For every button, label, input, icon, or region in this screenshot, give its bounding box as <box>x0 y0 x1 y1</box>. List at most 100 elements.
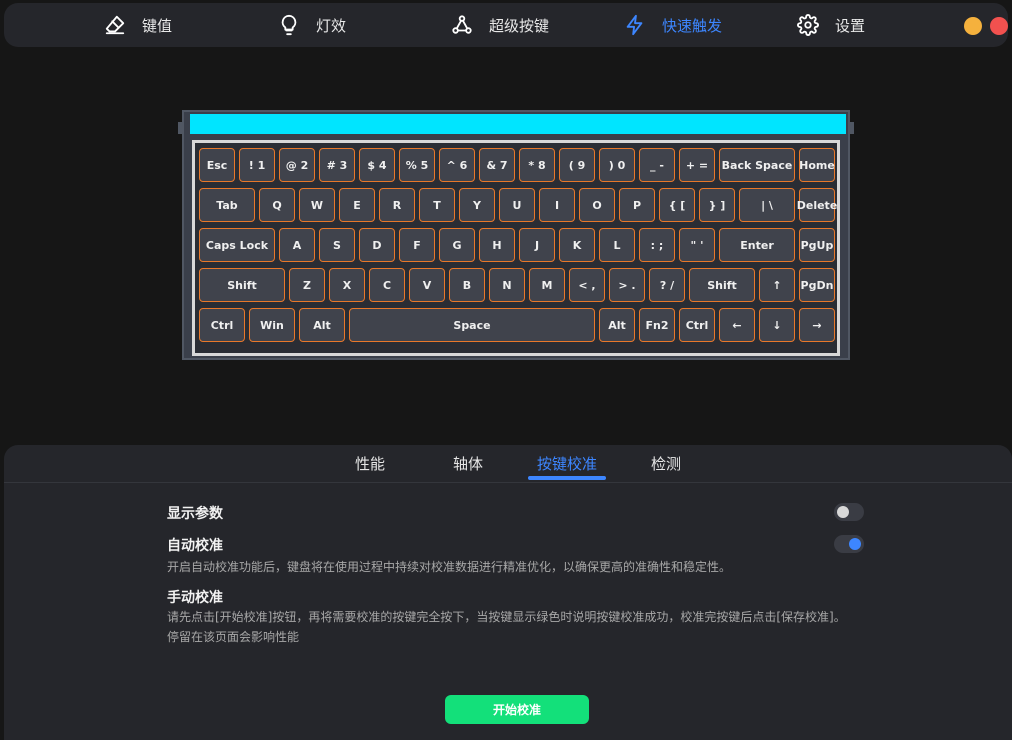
key-pgdn[interactable]: PgDn <box>799 268 835 302</box>
key-shift[interactable]: Shift <box>689 268 755 302</box>
auto-calibrate-toggle[interactable] <box>834 535 864 553</box>
key-k[interactable]: K <box>559 228 595 262</box>
key-8[interactable]: * 8 <box>519 148 555 182</box>
key-symbol[interactable]: ↑ <box>759 268 795 302</box>
key-space[interactable]: Space <box>349 308 595 342</box>
key-e[interactable]: E <box>339 188 375 222</box>
key-y[interactable]: Y <box>459 188 495 222</box>
key-b[interactable]: B <box>449 268 485 302</box>
key-o[interactable]: O <box>579 188 615 222</box>
key-v[interactable]: V <box>409 268 445 302</box>
eraser-icon <box>105 15 125 35</box>
nodes-icon <box>452 15 472 34</box>
key-f[interactable]: F <box>399 228 435 262</box>
keyboard-illustration: Esc! 1 @ 2 # 3 $ 4% 5 ^ 6 & 7 * 8( 9) 0 _ - + = B… <box>178 110 854 360</box>
tab-switch[interactable]: 轴体 <box>453 453 483 474</box>
key-symbol[interactable]: ← <box>719 308 755 342</box>
manual-calibrate-label: 手动校准 <box>167 590 223 606</box>
key-0[interactable]: ) 0 <box>599 148 635 182</box>
active-tab-indicator <box>528 476 606 480</box>
key-pgup[interactable]: PgUp <box>799 228 835 262</box>
key-z[interactable]: Z <box>289 268 325 302</box>
key-symbol[interactable]: ↓ <box>759 308 795 342</box>
tab-test[interactable]: 检测 <box>651 453 681 474</box>
key-7[interactable]: & 7 <box>479 148 515 182</box>
key-s[interactable]: S <box>319 228 355 262</box>
key-symbol[interactable]: → <box>799 308 835 342</box>
key-win[interactable]: Win <box>249 308 295 342</box>
manual-calibrate-warning: 停留在该页面会影响性能 <box>167 630 300 644</box>
key-home[interactable]: Home <box>799 148 835 182</box>
key-j[interactable]: J <box>519 228 555 262</box>
key-p[interactable]: P <box>619 188 655 222</box>
key-symbol[interactable]: + = <box>679 148 715 182</box>
tab-key-calibration[interactable]: 按键校准 <box>537 453 597 474</box>
key-x[interactable]: X <box>329 268 365 302</box>
key-symbol[interactable]: > . <box>609 268 645 302</box>
key-symbol[interactable]: { [ <box>659 188 695 222</box>
key-n[interactable]: N <box>489 268 525 302</box>
key-5[interactable]: % 5 <box>399 148 435 182</box>
keyboard-light-bar <box>190 114 846 134</box>
show-params-toggle[interactable] <box>834 503 864 521</box>
nav-label: 快速触发 <box>662 16 723 35</box>
key-9[interactable]: ( 9 <box>559 148 595 182</box>
key-shift[interactable]: Shift <box>199 268 285 302</box>
key-tab[interactable]: Tab <box>199 188 255 222</box>
key-symbol[interactable]: " ' <box>679 228 715 262</box>
key-i[interactable]: I <box>539 188 575 222</box>
key-ctrl[interactable]: Ctrl <box>199 308 245 342</box>
nav-label: 灯效 <box>316 16 347 35</box>
tab-performance[interactable]: 性能 <box>355 453 385 474</box>
key-2[interactable]: @ 2 <box>279 148 315 182</box>
key-l[interactable]: L <box>599 228 635 262</box>
key-c[interactable]: C <box>369 268 405 302</box>
key-4[interactable]: $ 4 <box>359 148 395 182</box>
key-d[interactable]: D <box>359 228 395 262</box>
key-h[interactable]: H <box>479 228 515 262</box>
key-symbol[interactable]: } ] <box>699 188 735 222</box>
key-esc[interactable]: Esc <box>199 148 235 182</box>
key-a[interactable]: A <box>279 228 315 262</box>
nav-item-super-keys[interactable]: 超级按键 <box>451 3 549 47</box>
keyboard-case-tab <box>848 122 854 134</box>
auto-calibrate-label: 自动校准 <box>167 538 223 554</box>
gear-icon <box>797 14 819 36</box>
key-caps-lock[interactable]: Caps Lock <box>199 228 275 262</box>
nav-item-settings[interactable]: 设置 <box>797 3 865 47</box>
show-params-label: 显示参数 <box>167 506 223 522</box>
key-m[interactable]: M <box>529 268 565 302</box>
key-symbol[interactable]: _ - <box>639 148 675 182</box>
key-fn2[interactable]: Fn2 <box>639 308 675 342</box>
calibration-panel: 性能 轴体 按键校准 检测 显示参数 自动校准 开启自动校准功能后，键盘将在使用… <box>4 445 1012 740</box>
bulb-icon <box>281 14 297 36</box>
key-g[interactable]: G <box>439 228 475 262</box>
key-q[interactable]: Q <box>259 188 295 222</box>
nav-item-rapid-trigger[interactable]: 快速触发 <box>624 3 722 47</box>
key-alt[interactable]: Alt <box>299 308 345 342</box>
key-alt[interactable]: Alt <box>599 308 635 342</box>
nav-item-lighting[interactable]: 灯效 <box>278 3 346 47</box>
key-t[interactable]: T <box>419 188 455 222</box>
key-w[interactable]: W <box>299 188 335 222</box>
key-symbol[interactable]: | \ <box>739 188 795 222</box>
toggle-knob <box>837 506 849 518</box>
key-enter[interactable]: Enter <box>719 228 795 262</box>
minimize-button[interactable] <box>964 17 982 35</box>
nav-item-keymap[interactable]: 键值 <box>104 3 172 47</box>
key-back-space[interactable]: Back Space <box>719 148 795 182</box>
key-r[interactable]: R <box>379 188 415 222</box>
key-3[interactable]: # 3 <box>319 148 355 182</box>
close-button[interactable] <box>990 17 1008 35</box>
key-u[interactable]: U <box>499 188 535 222</box>
keyboard-plate: Esc! 1 @ 2 # 3 $ 4% 5 ^ 6 & 7 * 8( 9) 0 _ - + = B… <box>192 140 840 356</box>
key-6[interactable]: ^ 6 <box>439 148 475 182</box>
key-1[interactable]: ! 1 <box>239 148 275 182</box>
start-calibration-button[interactable]: 开始校准 <box>445 695 589 724</box>
key-delete[interactable]: Delete <box>797 188 837 222</box>
key-symbol[interactable]: < , <box>569 268 605 302</box>
key-ctrl[interactable]: Ctrl <box>679 308 715 342</box>
key-symbol[interactable]: ? / <box>649 268 685 302</box>
key-symbol[interactable]: : ; <box>639 228 675 262</box>
lightning-icon <box>626 14 643 36</box>
